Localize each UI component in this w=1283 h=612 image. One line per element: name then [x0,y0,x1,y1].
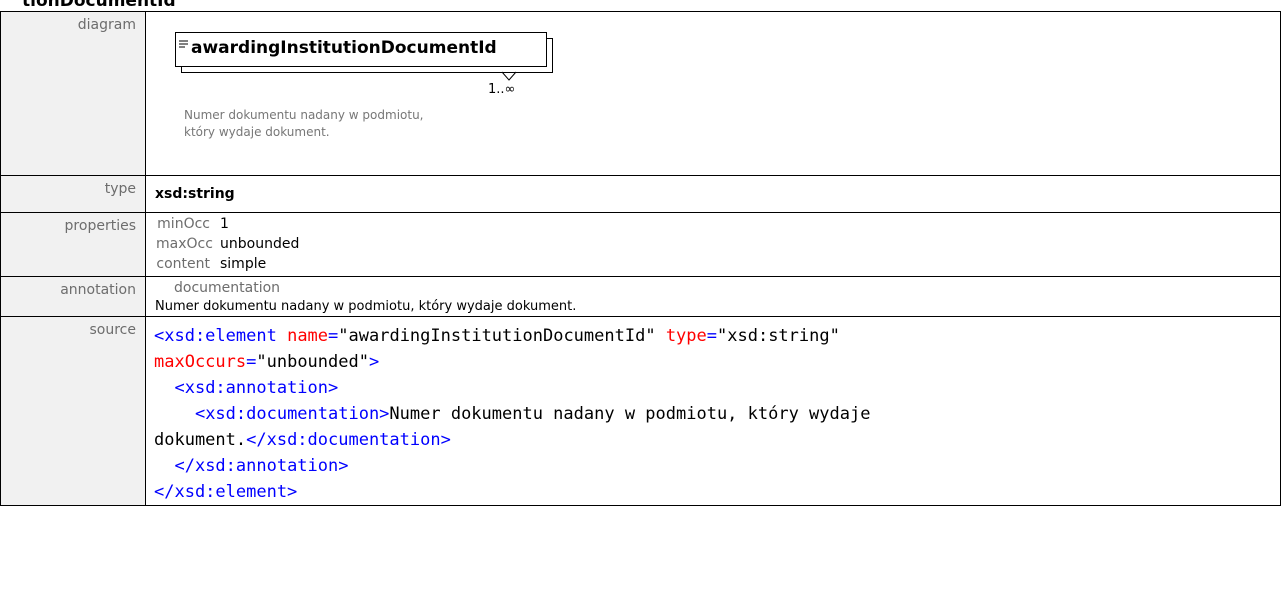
src-value: "awardingInstitutionDocumentId" [338,326,656,346]
type-value[interactable]: xsd:string [146,176,1280,202]
diagram-doc-line: który wydaje dokument. [184,125,330,139]
property-value: 1 [220,216,229,232]
properties-cell: minOcc 1 maxOcc unbounded content simple [145,212,1281,277]
property-key: content [156,256,210,272]
src-tag: </xsd:documentation> [246,430,451,450]
src-text: Numer dokumentu nadany w podmiotu, który… [389,404,871,424]
properties-list: minOcc 1 maxOcc unbounded content simple [146,213,1280,274]
properties-row: properties minOcc 1 maxOcc unbounded con… [0,212,1281,277]
src-tag: <xsd:annotation> [174,378,339,398]
diagram-doc-line: Numer dokumentu nadany w podmiotu, [184,108,424,122]
source-code: <xsd:element name="awardingInstitutionDo… [154,326,871,502]
source-row: source <xsd:element name="awardingInstit… [0,316,1281,506]
schema-diagram: awardingInstitutionDocumentId 1..∞ Numer… [146,12,1280,175]
src-tag: <xsd:element [154,326,277,346]
source-cell: <xsd:element name="awardingInstitutionDo… [145,316,1281,506]
annotation-key: documentation [174,280,281,296]
src-value: "xsd:string" [717,326,840,346]
diagram-cell: awardingInstitutionDocumentId 1..∞ Numer… [145,11,1281,176]
src-tag: </xsd:annotation> [174,456,349,476]
element-properties-table: diagram awardingInstitutionDocumentId 1.… [0,11,1281,506]
page-heading: tionDocumentId [22,0,176,11]
type-row: type xsd:string [0,175,1281,213]
annotation-value: Numer dokumentu nadany w podmiotu, który… [155,299,577,314]
type-cell: xsd:string [145,175,1281,213]
src-text: dokument. [154,430,247,450]
element-name: awardingInstitutionDocumentId [191,38,497,58]
annotation-row: annotation documentation Numer dokumentu… [0,276,1281,317]
src-attr: name [287,326,329,346]
type-label: type [0,175,146,213]
annotation-cell: documentation Numer dokumentu nadany w p… [145,276,1281,317]
src-value: "unbounded" [256,352,369,372]
multiplicity: 1..∞ [488,82,516,97]
property-key: minOcc [157,216,210,232]
property-value: unbounded [220,236,300,252]
annotation-label: annotation [0,276,146,317]
diagram-documentation: Numer dokumentu nadany w podmiotu, który… [184,107,424,141]
property-value: simple [220,256,267,272]
src-attr: type [665,326,707,346]
source-label: source [0,316,146,506]
element-lines-icon [179,34,189,53]
src-tag: </xsd:element> [154,482,298,502]
properties-label: properties [0,212,146,277]
property-key: maxOcc [156,236,213,252]
src-attr: maxOccurs [154,352,247,372]
diagram-label: diagram [0,11,146,176]
diagram-row: diagram awardingInstitutionDocumentId 1.… [0,11,1281,176]
src-tag: <xsd:documentation> [194,404,390,424]
src-tag: > [368,352,380,372]
